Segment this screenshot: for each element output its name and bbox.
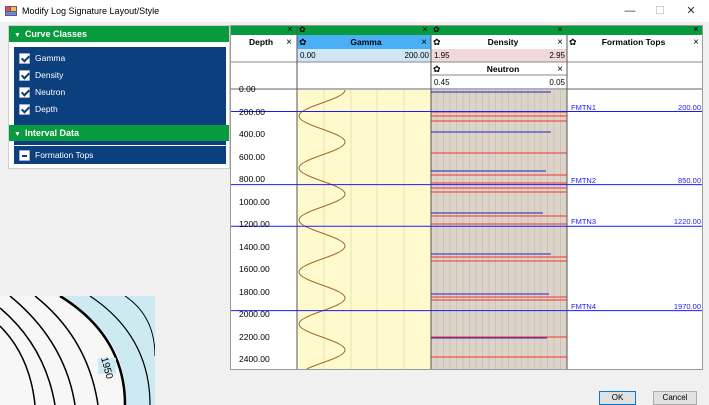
curve-item-density[interactable]: Density	[19, 68, 63, 82]
formation-top-name: FMTN3	[571, 217, 596, 227]
depth-label: 400.00	[239, 129, 265, 139]
close-icon[interactable]: ×	[420, 23, 430, 36]
depth-label: 1000.00	[239, 196, 270, 207]
log-display: × ✿ × ✿ × × Depth × ✿ Gamma × 0.00 200.0…	[230, 23, 703, 370]
curve-item-label: Depth	[35, 104, 58, 114]
depth-label: 2000.00	[239, 309, 270, 319]
gamma-scale-min: 0.00	[300, 51, 316, 60]
chevron-down-icon: ▼	[14, 131, 21, 138]
depth-label: 1800.00	[239, 286, 270, 297]
depth-track-title: Depth	[248, 37, 274, 47]
gamma-close-button[interactable]: ×	[419, 36, 429, 49]
curve-item-label: Neutron	[35, 87, 66, 97]
checkbox-checked-icon[interactable]	[19, 53, 30, 64]
gamma-scale-max: 200.00	[404, 51, 429, 60]
gear-icon[interactable]: ✿	[433, 63, 443, 76]
curve-item-label: Density	[35, 70, 64, 80]
depth-label: 2400.00	[239, 354, 270, 364]
gamma-track-fill	[297, 90, 431, 369]
curve-item-gamma[interactable]: Gamma	[19, 51, 65, 65]
depth-label: 200.00	[239, 106, 265, 117]
density-scale-min: 1.95	[434, 51, 450, 60]
formation-top-name: FMTN1	[571, 102, 596, 112]
formation-top-name: FMTN4	[571, 301, 596, 311]
interval-data-list: Formation Tops	[14, 146, 226, 164]
checkbox-checked-icon[interactable]	[19, 87, 30, 98]
formation-top-depth: 1970.00	[673, 301, 701, 311]
depth-label: 1200.00	[239, 219, 270, 229]
gear-icon[interactable]: ✿	[433, 36, 443, 49]
curve-item-depth[interactable]: Depth	[19, 102, 58, 116]
density-close-button[interactable]: ×	[555, 36, 565, 49]
interval-item-formation-tops[interactable]: Formation Tops	[19, 148, 93, 162]
chevron-down-icon: ▼	[14, 32, 21, 39]
cancel-button[interactable]: Cancel	[653, 391, 697, 405]
app-icon	[5, 6, 17, 16]
gear-icon[interactable]: ✿	[569, 36, 579, 49]
close-icon[interactable]: ×	[691, 23, 701, 36]
interval-item-label: Formation Tops	[35, 150, 94, 160]
depth-close-button[interactable]: ×	[284, 36, 294, 49]
depth-label: 0.00	[239, 84, 256, 94]
depth-label: 1600.00	[239, 264, 270, 274]
close-button[interactable]: ✕	[676, 0, 706, 22]
neutron-scale-max: 0.05	[549, 78, 565, 87]
depth-label: 800.00	[239, 174, 265, 184]
density-track-title: Density	[487, 37, 519, 47]
window-title: Modify Log Signature Layout/Style	[22, 6, 160, 16]
close-icon[interactable]: ×	[285, 23, 295, 36]
checkbox-checked-icon[interactable]	[19, 104, 30, 115]
checkbox-checked-icon[interactable]	[19, 70, 30, 81]
gear-icon[interactable]: ✿	[299, 36, 309, 49]
gear-icon[interactable]: ✿	[433, 23, 443, 36]
maximize-button[interactable]: ☐	[645, 0, 675, 22]
curve-item-neutron[interactable]: Neutron	[19, 85, 65, 99]
depth-label: 1400.00	[239, 241, 270, 252]
modify-log-signature-dialog: Modify Log Signature Layout/Style — ☐ ✕ …	[0, 0, 709, 405]
curve-item-label: Gamma	[35, 53, 66, 63]
gear-icon[interactable]: ✿	[299, 23, 309, 36]
checkbox-partial-icon[interactable]	[19, 150, 30, 161]
formation-top-depth: 200.00	[678, 102, 701, 112]
depth-label: 2200.00	[239, 331, 270, 342]
minimize-button[interactable]: —	[615, 0, 645, 22]
curve-classes-header[interactable]: ▼ Curve Classes	[9, 26, 229, 42]
close-icon[interactable]: ×	[555, 23, 565, 36]
contour-map-image: 1950	[0, 296, 155, 405]
neutron-close-button[interactable]: ×	[555, 63, 565, 76]
class-panel: ▼ Curve Classes Gamma Density Neutron Dep…	[8, 25, 230, 169]
neutron-scale-min: 0.45	[434, 78, 450, 87]
formation-top-depth: 1220.00	[673, 217, 701, 227]
curve-classes-title: Curve Classes	[24, 29, 87, 39]
formation-top-name: FMTN2	[571, 175, 596, 185]
formation-tops-close-button[interactable]: ×	[691, 36, 701, 49]
interval-data-header[interactable]: ▼ Interval Data	[9, 125, 229, 141]
interval-data-title: Interval Data	[24, 128, 79, 138]
title-bar: Modify Log Signature Layout/Style — ☐ ✕	[0, 0, 709, 22]
gamma-track-title: Gamma	[350, 37, 382, 47]
log-canvas	[231, 26, 702, 369]
density-scale-max: 2.95	[549, 51, 565, 60]
ok-button[interactable]: OK	[599, 391, 636, 405]
formation-top-depth: 850.00	[678, 175, 701, 185]
formation-tops-title: Formation Tops	[601, 37, 666, 47]
depth-label: 600.00	[239, 151, 265, 162]
neutron-track-title: Neutron	[486, 64, 520, 74]
